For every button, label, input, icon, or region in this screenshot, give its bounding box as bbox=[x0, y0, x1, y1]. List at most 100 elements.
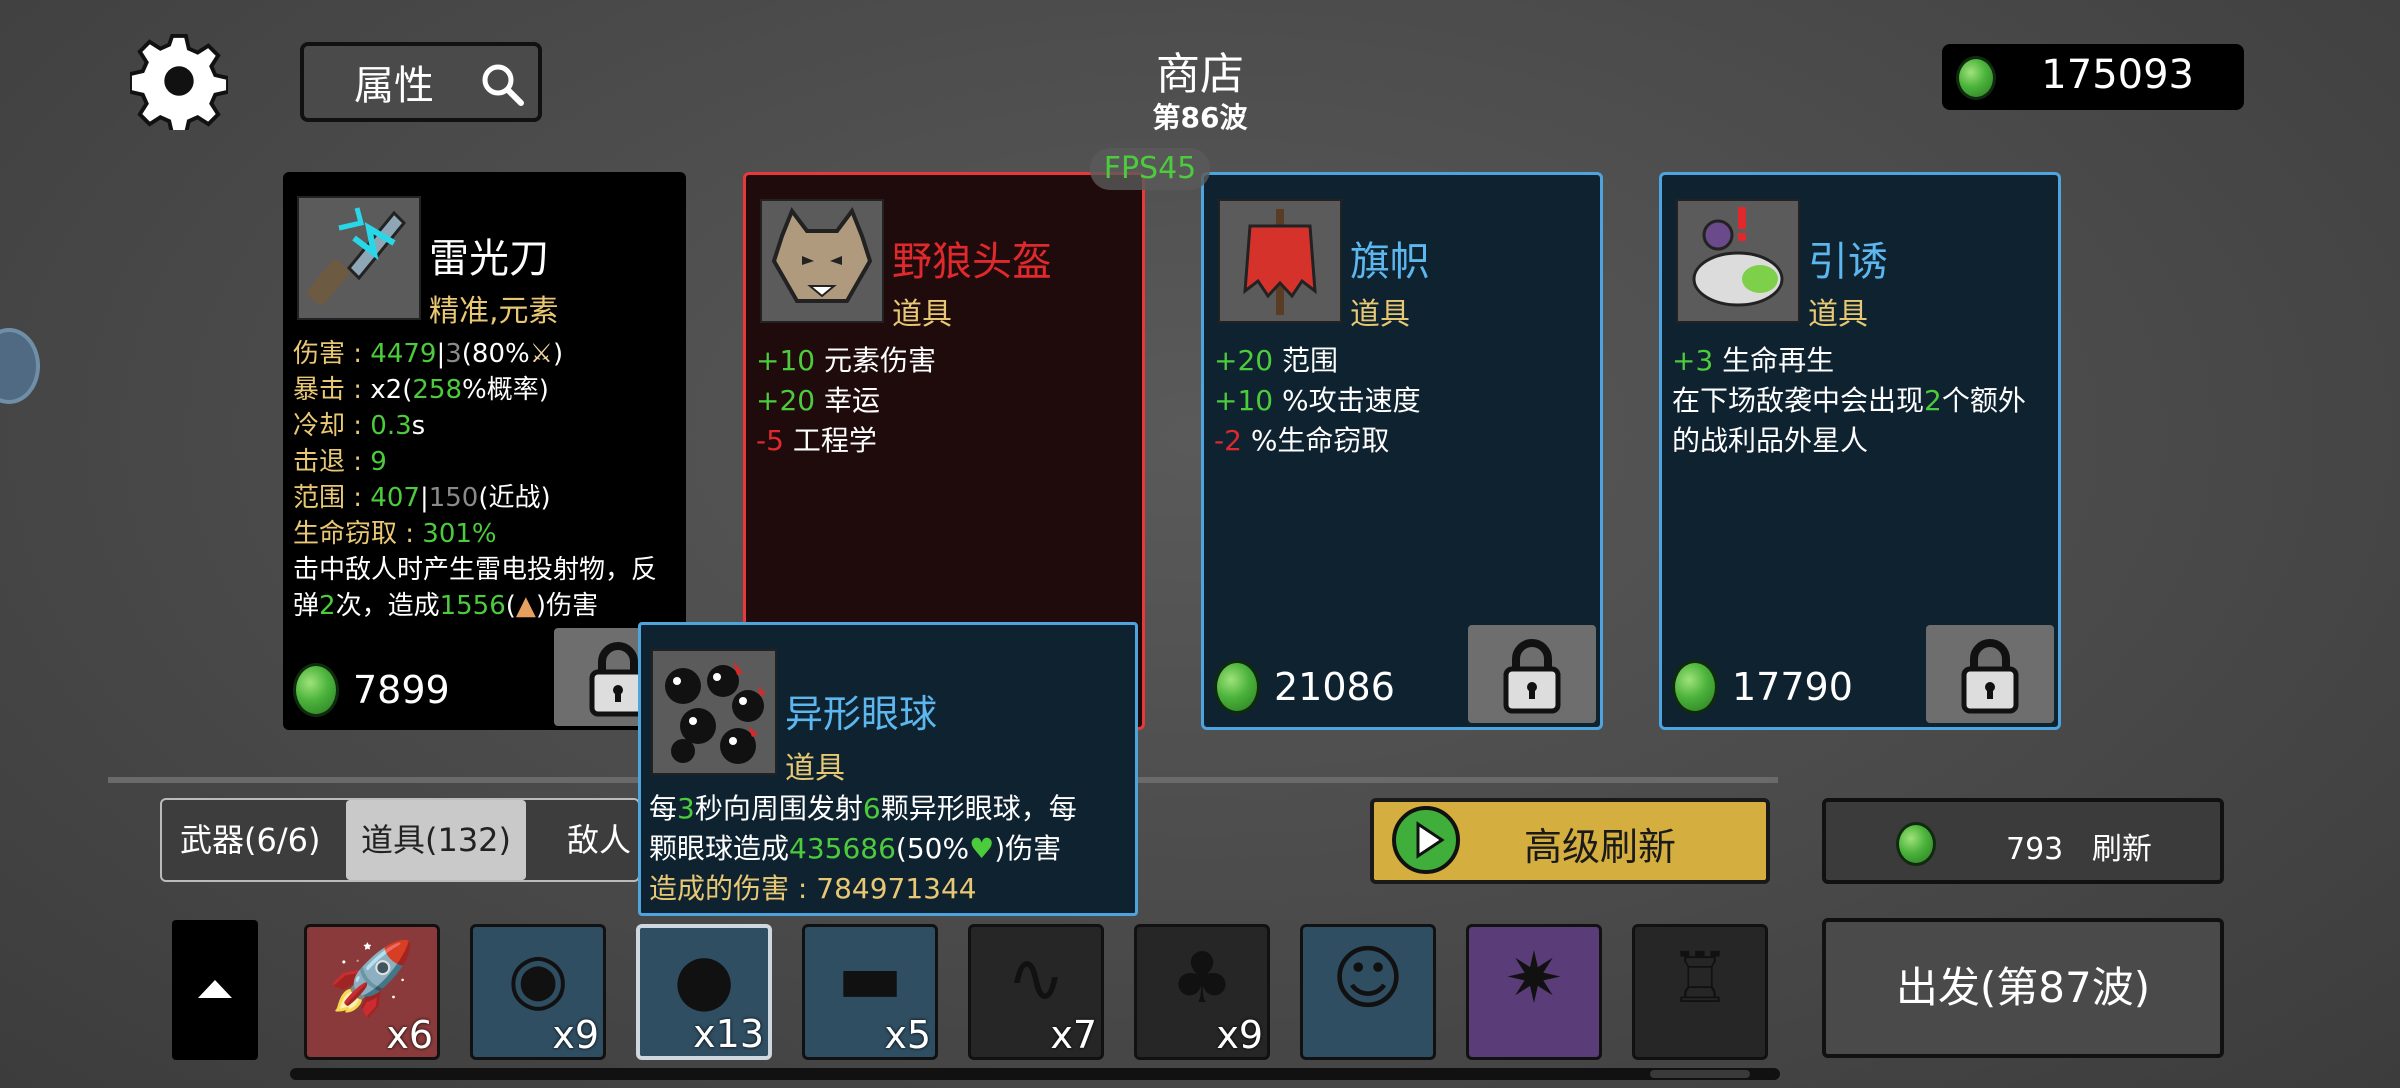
item-count: x7 bbox=[1050, 1013, 1097, 1057]
item-count: x9 bbox=[552, 1013, 599, 1057]
tooltip-item-name: 异形眼球 bbox=[785, 692, 938, 736]
side-notification-bubble[interactable] bbox=[0, 328, 40, 404]
inventory-slot[interactable]: ∿ x7 bbox=[968, 924, 1104, 1060]
weapon-stats: 伤害 : 4479|3(80%⚔) 暴击 : x2(258%概率) 冷却 : 0… bbox=[293, 336, 676, 624]
item-count: x6 bbox=[386, 1013, 433, 1057]
heart-icon: ♥ bbox=[969, 832, 995, 865]
material-coin-icon bbox=[293, 663, 339, 717]
item-type: 精准,元素 bbox=[429, 294, 559, 329]
effect-line-1: 击中敌人时产生雷电投射物，反 bbox=[293, 555, 658, 585]
stat-line: +10 %攻击速度 bbox=[1214, 384, 1421, 417]
inventory-slot[interactable]: ✷ bbox=[1466, 924, 1602, 1060]
frog-icon: ◉ bbox=[507, 937, 569, 1019]
price-value: 21086 bbox=[1274, 665, 1395, 709]
inventory-slot[interactable]: ♖ bbox=[1632, 924, 1768, 1060]
up-arrow-icon bbox=[198, 980, 232, 998]
material-coin-icon bbox=[1672, 660, 1718, 714]
material-coin-icon bbox=[1896, 822, 1936, 866]
stat-line: +20 范围 bbox=[1214, 344, 1338, 377]
start-next-wave-button[interactable]: 出发(第87波) bbox=[1822, 918, 2224, 1058]
stat-line: -2 %生命窃取 bbox=[1214, 424, 1390, 457]
lock-button[interactable] bbox=[1926, 625, 2054, 723]
clown-mask-icon: ☺ bbox=[1331, 937, 1405, 1019]
tab-weapons[interactable]: 武器(6/6) bbox=[180, 800, 350, 880]
item-type: 道具 bbox=[892, 297, 952, 332]
alien-eyeball-icon bbox=[651, 649, 777, 775]
alien-eyeball-icon: ● bbox=[673, 938, 735, 1020]
money-value: 175093 bbox=[2041, 52, 2194, 98]
desc-line-2: 颗眼球造成435686(50%♥)伤害 bbox=[649, 832, 1062, 865]
inventory-slot[interactable]: ☺ bbox=[1300, 924, 1436, 1060]
play-icon bbox=[1392, 806, 1460, 874]
item-stats: +20 范围 +10 %攻击速度 -2 %生命窃取 bbox=[1214, 341, 1590, 461]
dumbbell-icon: ▬ bbox=[836, 937, 904, 1019]
stat-line: 的战利品外星人 bbox=[1672, 424, 1869, 457]
stat-line: -5 工程学 bbox=[756, 424, 877, 457]
attributes-label: 属性 bbox=[354, 63, 434, 109]
advanced-refresh-label: 高级刷新 bbox=[1524, 825, 1677, 869]
tab-enemies[interactable]: 敌人 bbox=[567, 800, 647, 880]
attributes-search-button[interactable]: 属性 bbox=[300, 42, 542, 122]
inventory-tabs: 武器(6/6) 道具(132) 敌人 bbox=[160, 798, 640, 882]
shop-card-item[interactable]: 引诱 道具 +3 生命再生 在下场敌袭中会出现2个额外 的战利品外星人 1779… bbox=[1659, 172, 2061, 730]
price-tag: 7899 bbox=[293, 660, 450, 720]
shop-card-weapon[interactable]: 雷光刀 精准,元素 伤害 : 4479|3(80%⚔) 暴击 : x2(258%… bbox=[283, 172, 686, 730]
inventory-slot[interactable]: 🚀 x6 bbox=[304, 924, 440, 1060]
stat-line: +10 元素伤害 bbox=[756, 344, 936, 377]
lock-icon bbox=[1961, 639, 2019, 714]
material-coin-icon bbox=[1214, 660, 1260, 714]
crown-relic-icon: ♖ bbox=[1668, 937, 1732, 1019]
fps-counter: FPS45 bbox=[1090, 148, 1210, 190]
page-title: 商店 bbox=[1156, 49, 1244, 100]
reroll-button[interactable]: 793 刷新 bbox=[1822, 798, 2224, 884]
tree-icon: ♣ bbox=[1170, 937, 1234, 1019]
inventory-slot[interactable]: ♣ x9 bbox=[1134, 924, 1270, 1060]
stat-line: 在下场敌袭中会出现2个额外 bbox=[1672, 384, 2026, 417]
lure-icon bbox=[1676, 199, 1800, 323]
stat-range: 范围 : 407|150(近战) bbox=[293, 483, 551, 513]
banner-icon bbox=[1218, 199, 1342, 323]
item-stats: +3 生命再生 在下场敌袭中会出现2个额外 的战利品外星人 bbox=[1672, 341, 2048, 461]
stat-damage: 伤害 : 4479|3(80%⚔) bbox=[293, 339, 564, 369]
money-display: 175093 bbox=[1942, 44, 2244, 110]
rocket-icon: 🚀 bbox=[328, 937, 416, 1019]
item-name: 旗帜 bbox=[1350, 239, 1430, 285]
spiked-shield-icon: ✷ bbox=[1504, 937, 1564, 1019]
item-count: x9 bbox=[1216, 1013, 1263, 1057]
stat-cooldown: 冷却 : 0.3s bbox=[293, 411, 426, 441]
lock-button[interactable] bbox=[1468, 625, 1596, 723]
item-count: x13 bbox=[693, 1012, 764, 1056]
stat-crit: 暴击 : x2(258%概率) bbox=[293, 375, 549, 405]
tooltip-description: 每3秒向周围发射6颗异形眼球，每 颗眼球造成435686(50%♥)伤害 造成的… bbox=[649, 789, 1131, 909]
lock-icon bbox=[1503, 639, 1561, 714]
wolf-helmet-icon bbox=[760, 199, 884, 323]
item-tooltip: 异形眼球 道具 每3秒向周围发射6颗异形眼球，每 颗眼球造成435686(50%… bbox=[638, 622, 1138, 916]
desc-line-1: 每3秒向周围发射6颗异形眼球，每 bbox=[649, 792, 1077, 825]
inventory-slot[interactable]: ● x13 bbox=[636, 924, 772, 1060]
item-name: 雷光刀 bbox=[429, 236, 549, 282]
stat-line: +20 幸运 bbox=[756, 384, 880, 417]
item-name: 引诱 bbox=[1808, 239, 1888, 285]
price-value: 7899 bbox=[353, 668, 450, 712]
item-type: 道具 bbox=[1350, 297, 1410, 332]
expand-up-button[interactable] bbox=[172, 920, 258, 1060]
price-tag: 17790 bbox=[1672, 657, 1853, 717]
item-type: 道具 bbox=[1808, 297, 1868, 332]
stat-knockback: 击退 : 9 bbox=[293, 447, 387, 477]
material-coin-icon bbox=[1956, 56, 1996, 100]
inventory-slot[interactable]: ◉ x9 bbox=[470, 924, 606, 1060]
item-count: x5 bbox=[884, 1013, 931, 1057]
scrollbar-thumb[interactable] bbox=[1650, 1070, 1750, 1078]
stat-lifesteal: 生命窃取 : 301% bbox=[293, 519, 497, 549]
stat-line: +3 生命再生 bbox=[1672, 344, 1835, 377]
advanced-refresh-button[interactable]: 高级刷新 bbox=[1370, 798, 1770, 884]
inventory-slot[interactable]: ▬ x5 bbox=[802, 924, 938, 1060]
sword-icon: ⚔ bbox=[529, 339, 554, 369]
tab-items[interactable]: 道具(132) bbox=[346, 800, 526, 880]
inventory-scrollbar[interactable] bbox=[290, 1068, 1780, 1080]
elemental-flame-icon: ▲ bbox=[515, 591, 536, 621]
tooltip-item-type: 道具 bbox=[785, 751, 845, 786]
shop-card-item[interactable]: 旗帜 道具 +20 范围 +10 %攻击速度 -2 %生命窃取 21086 bbox=[1201, 172, 1603, 730]
settings-gear-icon[interactable] bbox=[128, 32, 230, 136]
item-stats: +10 元素伤害 +20 幸运 -5 工程学 bbox=[756, 341, 1132, 461]
